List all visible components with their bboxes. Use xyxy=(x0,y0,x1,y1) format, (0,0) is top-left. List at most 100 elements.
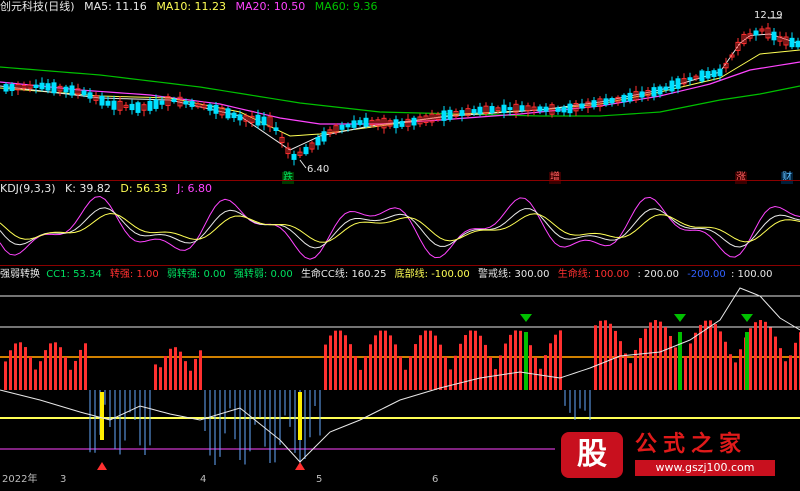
event-tag-rise[interactable]: 涨 xyxy=(735,172,747,184)
strength-bar-up xyxy=(349,344,352,390)
signal-bar-yellow xyxy=(100,392,104,440)
strength-bar-up xyxy=(699,324,702,390)
strength-bar-up xyxy=(644,328,647,390)
candle-body xyxy=(315,137,321,146)
candle-body xyxy=(459,110,465,116)
strength-bar-up xyxy=(394,344,397,390)
candle-body xyxy=(303,146,309,155)
strength-bar-up xyxy=(509,334,512,390)
strength-bar-up xyxy=(364,356,367,390)
strength-bar-up xyxy=(649,322,652,390)
candle-body xyxy=(39,82,45,90)
candle-body xyxy=(411,117,417,126)
strength-bar-up xyxy=(709,320,712,390)
candle-body xyxy=(357,120,363,125)
candle-body xyxy=(669,80,675,92)
strength-bar-up xyxy=(789,355,792,390)
strength-bar-up xyxy=(439,344,442,390)
signal-bar-green xyxy=(745,332,749,390)
strength-bar-up xyxy=(529,345,532,390)
candle-body xyxy=(129,103,135,111)
candle-body xyxy=(207,104,213,111)
candle-body xyxy=(657,86,663,95)
vneg200-value: -200.00 xyxy=(687,269,726,280)
date-label-6: 6 xyxy=(432,474,439,485)
candle-body xyxy=(771,31,777,41)
strength-bar-up xyxy=(414,344,417,390)
strength-bar-up xyxy=(4,361,7,390)
strength-bar-up xyxy=(724,341,727,390)
strength-bar-up xyxy=(44,350,47,390)
strength-bar-up xyxy=(729,354,732,390)
dibu-value: 底部线: -100.00 xyxy=(394,269,470,280)
event-tag-drop[interactable]: 跌 xyxy=(282,172,294,184)
strength-bar-up xyxy=(494,369,497,390)
event-tag-increase[interactable]: 增 xyxy=(549,172,561,184)
candle-body xyxy=(603,98,609,105)
candle-body xyxy=(519,105,525,111)
strength-bar-up xyxy=(419,335,422,390)
strength-bar-up xyxy=(174,347,177,390)
strength-bar-up xyxy=(79,349,82,390)
candle-body xyxy=(507,107,513,111)
chart-stage[interactable] xyxy=(0,0,800,487)
red-arrow-icon xyxy=(295,462,305,470)
strength-bar-up xyxy=(774,336,777,390)
strength-bar-up xyxy=(734,362,737,390)
strength-bar-up xyxy=(504,343,507,390)
strength-bar-up xyxy=(374,335,377,390)
strength-bar-up xyxy=(484,344,487,390)
strength-bar-up xyxy=(689,343,692,390)
candle-body xyxy=(447,109,453,120)
strength-bar-up xyxy=(769,327,772,390)
stock-chart-svg[interactable] xyxy=(0,0,800,487)
strength-bar-up xyxy=(519,330,522,390)
v200-value: : 200.00 xyxy=(637,269,679,280)
strength-bar-up xyxy=(714,324,717,390)
kdj-title: KDJ(9,3,3) xyxy=(0,182,56,195)
candle-body xyxy=(213,104,219,114)
date-label-5: 5 xyxy=(316,474,323,485)
candle-body xyxy=(321,131,327,142)
strength-bar-up xyxy=(69,369,72,390)
watermark-url: www.gszj100.com xyxy=(635,460,775,476)
candle-body xyxy=(69,85,75,96)
strength-bar-up xyxy=(344,335,347,390)
strength-bar-up xyxy=(719,331,722,390)
candle-body xyxy=(711,70,717,77)
strength-bar-up xyxy=(379,330,382,390)
strength-bar-up xyxy=(594,325,597,390)
candle-body xyxy=(699,70,705,82)
candle-body xyxy=(477,106,483,114)
event-tag-finance[interactable]: 财 xyxy=(781,172,793,184)
date-label-3: 3 xyxy=(60,474,67,485)
candle-body xyxy=(489,106,495,113)
strength-bar-up xyxy=(389,335,392,390)
strength-bar-up xyxy=(624,353,627,390)
candle-body xyxy=(561,106,567,113)
kdj-d-value: D: 56.33 xyxy=(120,182,168,195)
strength-bar-up xyxy=(549,343,552,390)
candle-body xyxy=(273,127,279,132)
candle-body xyxy=(537,106,543,112)
strength-bar-up xyxy=(74,360,77,390)
candle-body xyxy=(609,98,615,104)
candle-body xyxy=(687,77,693,81)
strength-bar-up xyxy=(489,357,492,390)
candle-body xyxy=(753,30,759,36)
candle-body xyxy=(87,92,93,99)
strength-bar-up xyxy=(759,320,762,390)
candle-body xyxy=(105,100,111,106)
watermark-logo-icon: 股 xyxy=(561,432,623,478)
green-arrow-icon xyxy=(520,314,532,322)
strength-bar-up xyxy=(34,369,37,390)
kdj-j-line xyxy=(0,195,800,260)
strength-bar-up xyxy=(14,343,17,390)
strength-bar-up xyxy=(369,344,372,390)
candle-body xyxy=(135,102,141,113)
v100-value: : 100.00 xyxy=(730,269,773,280)
strength-bar-up xyxy=(614,330,617,390)
strength-bar-up xyxy=(659,321,662,390)
low-price-label: 6.40 xyxy=(307,164,330,175)
strength-bar-up xyxy=(599,320,602,390)
